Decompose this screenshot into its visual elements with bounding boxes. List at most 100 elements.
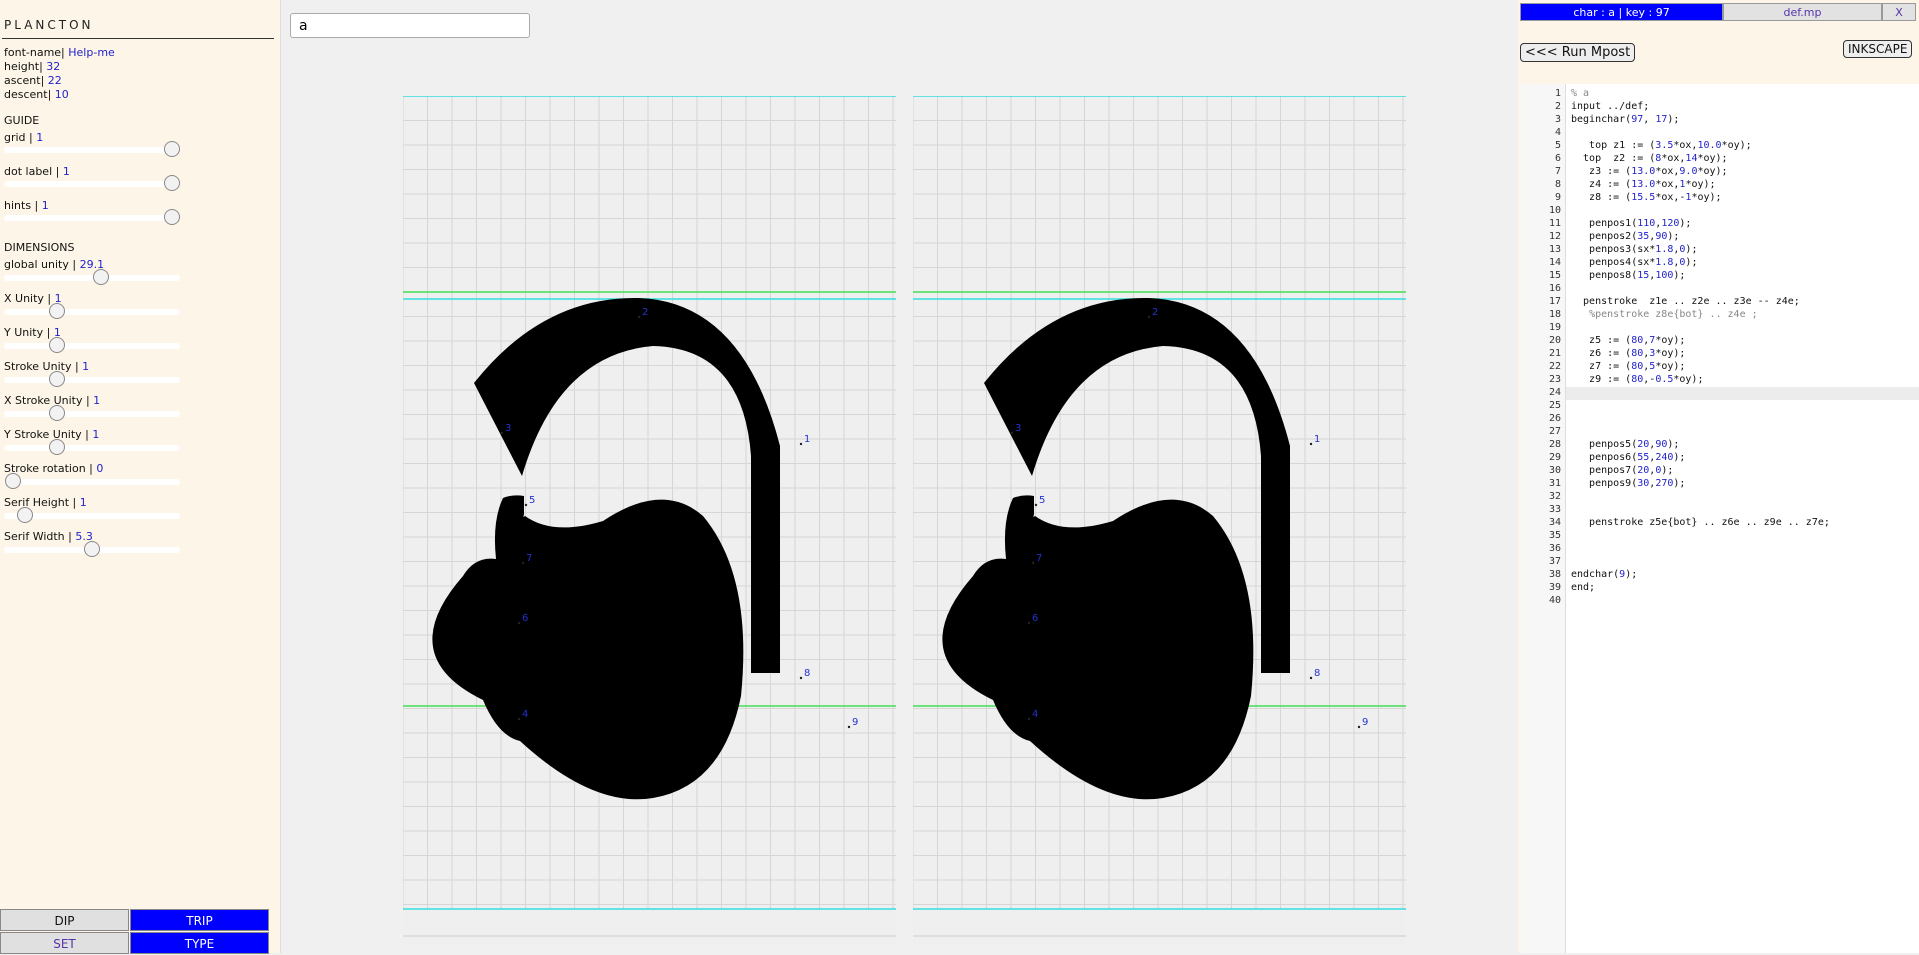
code-line[interactable]: penstroke z1e .. z2e .. z3e -- z4e; (1571, 296, 1800, 307)
dip-button[interactable]: DIP (0, 909, 129, 931)
dimension-slider-knob[interactable] (49, 303, 65, 319)
code-line[interactable]: penpos2(35,90); (1571, 231, 1679, 242)
code-line[interactable]: z5 := (80,7*oy); (1571, 335, 1685, 346)
code-line[interactable]: z6 := (80,3*oy); (1571, 348, 1685, 359)
run-mpost-button[interactable]: <<< Run Mpost (1520, 43, 1636, 62)
code-line[interactable]: penpos4(sx*1.8,0); (1571, 257, 1697, 268)
control-point (517, 717, 521, 721)
line-number: 4 (1554, 127, 1561, 138)
dimension-slider[interactable] (4, 507, 180, 523)
line-number: 15 (1548, 270, 1561, 281)
line-number: 7 (1554, 166, 1561, 177)
dimension-slider[interactable] (4, 541, 180, 557)
close-tab-button[interactable]: X (1882, 3, 1916, 21)
dimension-slider-knob[interactable] (49, 371, 65, 387)
descent-value[interactable]: 10 (55, 88, 69, 101)
line-number: 36 (1548, 543, 1561, 554)
line-number: 34 (1548, 517, 1561, 528)
app-brand: PLANCTON (4, 18, 94, 32)
line-number: 8 (1554, 179, 1561, 190)
line-number: 32 (1548, 491, 1561, 502)
code-line[interactable]: penpos3(sx*1.8,0); (1571, 244, 1697, 255)
code-line[interactable]: top z2 := (8*ox,14*oy); (1571, 153, 1728, 164)
hints-slider[interactable] (4, 209, 180, 225)
line-number: 22 (1548, 361, 1561, 372)
type-button[interactable]: TYPE (130, 932, 269, 954)
point-label: 2 (1152, 307, 1158, 318)
set-button[interactable]: SET (0, 932, 129, 954)
code-line[interactable]: penstroke z5e{bot} .. z6e .. z9e .. z7e; (1571, 517, 1830, 528)
code-line[interactable]: beginchar(97, 17); (1571, 114, 1679, 125)
inkscape-button[interactable]: INKSCAPE (1843, 40, 1913, 58)
code-line[interactable]: end; (1571, 582, 1595, 593)
code-panel: char : a | key : 97 def.mp X <<< Run Mpo… (1518, 0, 1919, 953)
point-label: 6 (1032, 613, 1038, 624)
dimension-slider-knob[interactable] (49, 405, 65, 421)
dimension-slider-knob[interactable] (5, 473, 21, 489)
point-label: 3 (505, 423, 511, 434)
control-point (521, 561, 525, 565)
dimension-row: Stroke Unity | 1 (4, 360, 89, 373)
grid-slider-knob[interactable] (164, 141, 180, 157)
dimension-slider-knob[interactable] (84, 541, 100, 557)
code-line[interactable]: penpos9(30,270); (1571, 478, 1685, 489)
code-line[interactable]: z9 := (80,-0.5*oy); (1571, 374, 1703, 385)
point-label: 9 (1362, 717, 1368, 728)
trip-button[interactable]: TRIP (130, 909, 269, 931)
grid-row: grid | 1 (4, 131, 44, 144)
point-label: 1 (1314, 434, 1320, 445)
dot-label-slider[interactable] (4, 175, 180, 191)
dot-label-slider-knob[interactable] (164, 175, 180, 191)
code-line[interactable]: input ../def; (1571, 101, 1649, 112)
dimension-slider-knob[interactable] (17, 507, 33, 523)
dimension-slider-knob[interactable] (93, 269, 109, 285)
font-name-value[interactable]: Help-me (68, 46, 115, 59)
dimension-slider[interactable] (4, 269, 180, 285)
grid-slider[interactable] (4, 141, 180, 157)
dimension-slider[interactable] (4, 303, 180, 319)
code-editor[interactable]: 1 2 3 4 5 6 7 8 9 10 11 12 13 14 15 16 17 18 19 20 21 22 23 24 2… (1521, 84, 1919, 953)
line-number: 2 (1554, 101, 1561, 112)
dimension-slider[interactable] (4, 405, 180, 421)
code-line[interactable]: % a (1571, 88, 1589, 99)
line-number: 25 (1548, 400, 1561, 411)
dimension-label: Y Unity | (4, 326, 51, 339)
dimension-slider[interactable] (4, 473, 180, 489)
char-search-input[interactable] (290, 13, 530, 38)
line-number: 30 (1548, 465, 1561, 476)
code-line[interactable]: penpos1(110,120); (1571, 218, 1691, 229)
code-line[interactable]: penpos8(15,100); (1571, 270, 1685, 281)
code-line[interactable]: %penstroke z8e{bot} .. z4e ; (1571, 309, 1758, 320)
height-value[interactable]: 32 (46, 60, 60, 73)
dimension-slider[interactable] (4, 371, 180, 387)
glyph-canvas-left[interactable]: 2 3 1 5 7 6 4 9 8 (403, 96, 896, 946)
code-line[interactable]: top z1 := (3.5*ox,10.0*oy); (1571, 140, 1752, 151)
dimension-slider-knob[interactable] (49, 439, 65, 455)
code-line[interactable]: penpos5(20,90); (1571, 439, 1679, 450)
dimension-value: 1 (76, 496, 87, 509)
dimension-slider[interactable] (4, 439, 180, 455)
hints-slider-knob[interactable] (164, 209, 180, 225)
dimension-row: global unity | 29.1 (4, 258, 104, 271)
hints-row: hints | 1 (4, 199, 49, 212)
ascent-value[interactable]: 22 (48, 74, 62, 87)
line-number: 11 (1548, 218, 1561, 229)
code-line[interactable]: z4 := (13.0*ox,1*oy); (1571, 179, 1716, 190)
line-number: 21 (1548, 348, 1561, 359)
tab-def-file[interactable]: def.mp (1723, 3, 1882, 21)
code-line[interactable]: endchar(9); (1571, 569, 1637, 580)
code-line[interactable]: z3 := (13.0*ox,9.0*oy); (1571, 166, 1728, 177)
tab-char[interactable]: char : a | key : 97 (1520, 3, 1723, 21)
point-label: 1 (804, 434, 810, 445)
dimension-slider[interactable] (4, 337, 180, 353)
line-number: 6 (1554, 153, 1561, 164)
code-line[interactable]: z8 := (15.5*ox,-1*oy); (1571, 192, 1722, 203)
dimension-slider-knob[interactable] (49, 337, 65, 353)
code-line[interactable]: penpos6(55,240); (1571, 452, 1685, 463)
dimension-label: Serif Width | (4, 530, 72, 543)
point-label: 8 (804, 668, 810, 679)
glyph-canvas-right[interactable]: 2 3 1 5 7 6 4 9 8 (913, 96, 1406, 946)
code-line[interactable]: penpos7(20,0); (1571, 465, 1673, 476)
code-line[interactable]: z7 := (80,5*oy); (1571, 361, 1685, 372)
line-number: 13 (1548, 244, 1561, 255)
